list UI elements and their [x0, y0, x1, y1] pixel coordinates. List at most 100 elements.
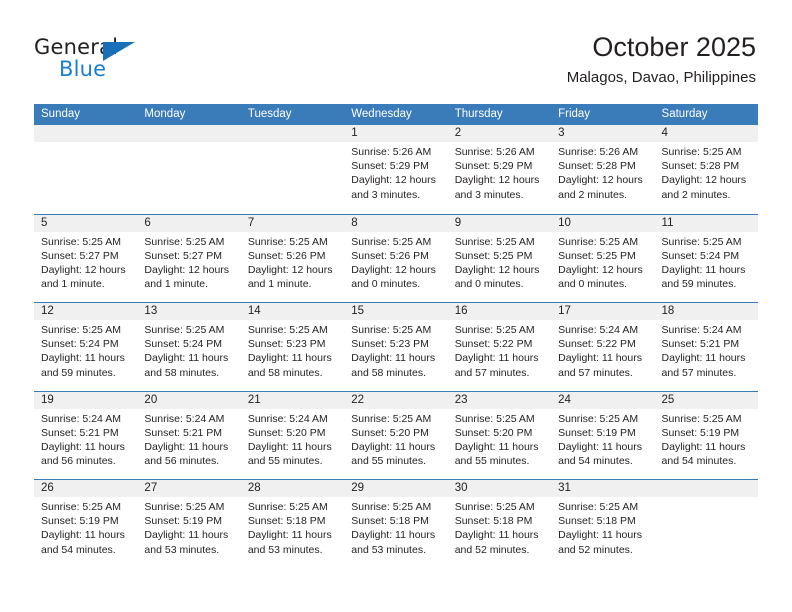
day-number: 12 [34, 303, 138, 320]
sunrise-line: Sunrise: 5:25 AM [454, 501, 535, 513]
day-number: 24 [551, 391, 655, 409]
daylight-line-2: and 0 minutes. [351, 278, 421, 291]
weekday-header-row: Sunday Monday Tuesday Wednesday Thursday… [34, 104, 758, 125]
day-details: Sunrise: 5:26 AM Sunset: 5:28 PM Dayligh… [551, 142, 654, 202]
day-details: Sunrise: 5:25 AM Sunset: 5:22 PM Dayligh… [448, 320, 551, 380]
calendar-day-cell[interactable]: 23 Sunrise: 5:25 AM Sunset: 5:20 PM Dayl… [447, 391, 552, 480]
calendar-day-cell[interactable]: 22 Sunrise: 5:25 AM Sunset: 5:20 PM Dayl… [344, 391, 448, 480]
weekday-header-thursday: Thursday [454, 108, 503, 120]
sunset-line: Sunset: 5:22 PM [558, 338, 636, 351]
sunset-line: Sunset: 5:20 PM [454, 426, 533, 439]
day-details: Sunrise: 5:26 AM Sunset: 5:29 PM Dayligh… [448, 142, 551, 202]
calendar-day-cell[interactable]: 19 Sunrise: 5:24 AM Sunset: 5:21 PM Dayl… [34, 391, 138, 480]
sunrise-line: Sunrise: 5:25 AM [558, 412, 639, 425]
calendar-day-cell[interactable]: 9 Sunrise: 5:25 AM Sunset: 5:25 PM Dayli… [447, 214, 552, 303]
day-details [241, 142, 344, 145]
sunrise-line: Sunrise: 5:25 AM [661, 146, 742, 158]
daylight-line-1: Daylight: 12 hours [558, 263, 643, 276]
calendar-day-cell[interactable]: 25 Sunrise: 5:25 AM Sunset: 5:19 PM Dayl… [654, 391, 758, 480]
sunset-line: Sunset: 5:21 PM [41, 426, 119, 439]
calendar-day-cell[interactable]: 2 Sunrise: 5:26 AM Sunset: 5:29 PM Dayli… [447, 125, 552, 214]
calendar-week-row: 12 Sunrise: 5:25 AM Sunset: 5:24 PM Dayl… [34, 302, 758, 391]
calendar-day-cell[interactable]: 28 Sunrise: 5:25 AM Sunset: 5:18 PM Dayl… [240, 480, 345, 568]
day-details: Sunrise: 5:25 AM Sunset: 5:28 PM Dayligh… [655, 142, 758, 202]
day-details: Sunrise: 5:25 AM Sunset: 5:27 PM Dayligh… [34, 232, 137, 292]
calendar-day-cell[interactable]: 10 Sunrise: 5:25 AM Sunset: 5:25 PM Dayl… [551, 214, 655, 303]
day-details [655, 497, 758, 500]
daylight-line-1: Daylight: 11 hours [144, 352, 229, 365]
sunset-line: Sunset: 5:26 PM [351, 249, 429, 262]
calendar-day-cell[interactable]: 17 Sunrise: 5:24 AM Sunset: 5:22 PM Dayl… [551, 303, 655, 391]
day-number: 13 [137, 303, 241, 320]
day-number: 7 [240, 214, 345, 232]
calendar-day-cell[interactable]: 1 Sunrise: 5:26 AM Sunset: 5:29 PM Dayli… [344, 125, 448, 214]
daylight-line-2: and 52 minutes. [558, 543, 633, 556]
sunset-line: Sunset: 5:22 PM [454, 338, 533, 351]
daylight-line-1: Daylight: 11 hours [661, 352, 746, 365]
daylight-line-2: and 56 minutes. [144, 455, 220, 468]
calendar-day-cell[interactable]: 4 Sunrise: 5:25 AM Sunset: 5:28 PM Dayli… [654, 125, 758, 214]
sunset-line: Sunset: 5:18 PM [351, 515, 429, 528]
daylight-line-1: Daylight: 11 hours [144, 529, 229, 542]
daylight-line-2: and 2 minutes. [661, 188, 731, 201]
calendar-day-cell[interactable]: 20 Sunrise: 5:24 AM Sunset: 5:21 PM Dayl… [137, 391, 241, 480]
calendar-day-cell[interactable]: 5 Sunrise: 5:25 AM Sunset: 5:27 PM Dayli… [34, 214, 138, 303]
calendar-day-cell[interactable]: 26 Sunrise: 5:25 AM Sunset: 5:19 PM Dayl… [34, 480, 138, 568]
day-number: 19 [34, 391, 138, 409]
calendar-day-cell[interactable]: 6 Sunrise: 5:25 AM Sunset: 5:27 PM Dayli… [137, 214, 241, 303]
calendar-day-cell[interactable]: 14 Sunrise: 5:25 AM Sunset: 5:23 PM Dayl… [240, 303, 345, 391]
calendar-day-cell[interactable]: 16 Sunrise: 5:25 AM Sunset: 5:22 PM Dayl… [447, 303, 552, 391]
day-number: 14 [240, 303, 345, 320]
sunset-line: Sunset: 5:29 PM [454, 160, 533, 173]
calendar-day-cell [654, 480, 758, 568]
sunset-line: Sunset: 5:25 PM [558, 249, 636, 262]
sunset-line: Sunset: 5:21 PM [661, 338, 740, 351]
calendar-day-cell[interactable]: 12 Sunrise: 5:25 AM Sunset: 5:24 PM Dayl… [34, 303, 138, 391]
daylight-line-1: Daylight: 11 hours [454, 440, 539, 453]
calendar-day-cell[interactable]: 27 Sunrise: 5:25 AM Sunset: 5:19 PM Dayl… [137, 480, 241, 568]
calendar-day-cell[interactable]: 11 Sunrise: 5:25 AM Sunset: 5:24 PM Dayl… [654, 214, 758, 303]
sunrise-line: Sunrise: 5:25 AM [351, 412, 432, 425]
daylight-line-1: Daylight: 12 hours [351, 174, 436, 187]
calendar-grid: Sunday Monday Tuesday Wednesday Thursday… [34, 104, 758, 568]
daylight-line-2: and 55 minutes. [454, 455, 530, 468]
daylight-line-1: Daylight: 11 hours [454, 352, 539, 365]
sunset-line: Sunset: 5:19 PM [144, 515, 223, 528]
daylight-line-2: and 54 minutes. [661, 455, 737, 468]
generalblue-logo[interactable]: General Blue [34, 36, 164, 86]
sunrise-line: Sunrise: 5:25 AM [454, 412, 535, 425]
day-number: 6 [137, 214, 241, 232]
calendar-day-cell[interactable]: 29 Sunrise: 5:25 AM Sunset: 5:18 PM Dayl… [344, 480, 448, 568]
sunrise-line: Sunrise: 5:25 AM [247, 235, 328, 248]
calendar-day-cell[interactable]: 7 Sunrise: 5:25 AM Sunset: 5:26 PM Dayli… [240, 214, 345, 303]
calendar-day-cell[interactable]: 15 Sunrise: 5:25 AM Sunset: 5:23 PM Dayl… [344, 303, 448, 391]
sunrise-line: Sunrise: 5:26 AM [454, 146, 535, 158]
day-number [654, 480, 758, 497]
daylight-line-2: and 54 minutes. [558, 455, 633, 468]
daylight-line-1: Daylight: 12 hours [661, 174, 747, 187]
sunrise-line: Sunrise: 5:25 AM [351, 501, 432, 513]
calendar-day-cell[interactable]: 3 Sunrise: 5:26 AM Sunset: 5:28 PM Dayli… [551, 125, 655, 214]
day-details: Sunrise: 5:25 AM Sunset: 5:18 PM Dayligh… [448, 497, 551, 557]
day-number: 5 [34, 214, 138, 232]
title-block: October 2025 Malagos, Davao, Philippines [567, 30, 756, 89]
calendar-day-cell[interactable]: 8 Sunrise: 5:25 AM Sunset: 5:26 PM Dayli… [344, 214, 448, 303]
day-details: Sunrise: 5:25 AM Sunset: 5:23 PM Dayligh… [241, 320, 344, 380]
day-details: Sunrise: 5:24 AM Sunset: 5:21 PM Dayligh… [137, 409, 240, 469]
calendar-day-cell[interactable]: 13 Sunrise: 5:25 AM Sunset: 5:24 PM Dayl… [137, 303, 241, 391]
calendar-day-cell[interactable]: 30 Sunrise: 5:25 AM Sunset: 5:18 PM Dayl… [447, 480, 552, 568]
calendar-day-cell[interactable]: 21 Sunrise: 5:24 AM Sunset: 5:20 PM Dayl… [240, 391, 345, 480]
sunrise-line: Sunrise: 5:24 AM [41, 412, 121, 425]
triangle-icon [103, 42, 135, 61]
daylight-line-1: Daylight: 12 hours [454, 263, 540, 276]
calendar-day-cell[interactable]: 18 Sunrise: 5:24 AM Sunset: 5:21 PM Dayl… [654, 303, 758, 391]
sunset-line: Sunset: 5:20 PM [351, 426, 429, 439]
daylight-line-1: Daylight: 11 hours [247, 529, 332, 542]
calendar-day-cell[interactable]: 31 Sunrise: 5:25 AM Sunset: 5:18 PM Dayl… [551, 480, 655, 568]
daylight-line-1: Daylight: 11 hours [41, 529, 125, 542]
daylight-line-2: and 53 minutes. [351, 543, 426, 556]
day-details: Sunrise: 5:24 AM Sunset: 5:21 PM Dayligh… [655, 320, 758, 380]
calendar-day-cell[interactable]: 24 Sunrise: 5:25 AM Sunset: 5:19 PM Dayl… [551, 391, 655, 480]
sunrise-line: Sunrise: 5:24 AM [558, 324, 639, 336]
day-number [137, 125, 241, 142]
